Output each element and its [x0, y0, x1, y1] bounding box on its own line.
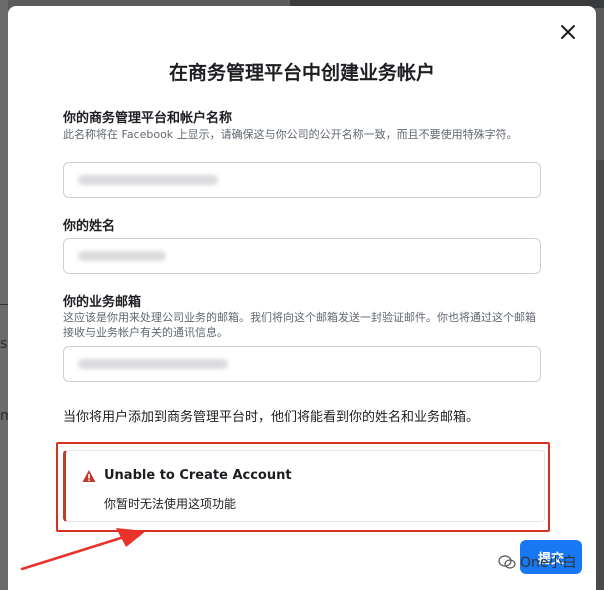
your-name-input[interactable]	[63, 238, 541, 274]
watermark-text: One小白	[520, 555, 577, 571]
error-message: 你暂时无法使用这项功能	[104, 497, 237, 511]
warning-icon	[82, 470, 96, 482]
business-email-label: 你的业务邮箱	[63, 295, 142, 310]
business-name-input[interactable]	[63, 162, 541, 198]
close-icon	[561, 25, 575, 39]
business-name-help: 此名称将在 Facebook 上显示，请确保这与你公司的公开名称一致，而且不要使…	[63, 128, 518, 141]
business-email-input[interactable]	[63, 346, 541, 382]
business-name-label: 你的商务管理平台和帐户名称	[63, 111, 233, 126]
background-text-fragment: s	[0, 336, 8, 352]
error-title: Unable to Create Account	[104, 468, 292, 483]
dialog-title: 在商务管理平台中创建业务帐户	[168, 62, 435, 84]
error-alert: Unable to Create Account 你暂时无法使用这项功能	[63, 450, 545, 522]
watermark: One小白	[498, 552, 577, 572]
background-page-right	[596, 160, 604, 590]
close-button[interactable]	[558, 22, 578, 42]
visibility-note: 当你将用户添加到商务管理平台时，他们将能看到你的姓名和业务邮箱。	[63, 410, 480, 425]
create-business-account-dialog: 在商务管理平台中创建业务帐户 你的商务管理平台和帐户名称 此名称将在 Faceb…	[8, 6, 596, 590]
business-email-help: 这应该是你用来处理公司业务的邮箱。我们将向这个邮箱发送一封验证邮件。你也将通过这…	[63, 311, 536, 339]
redacted-value	[78, 251, 166, 261]
redacted-value	[78, 175, 218, 185]
background-page-left	[0, 0, 8, 590]
wechat-icon	[498, 555, 516, 569]
redacted-value	[78, 359, 228, 369]
annotation-arrow-icon	[20, 528, 146, 571]
your-name-label: 你的姓名	[63, 219, 116, 234]
background-divider	[0, 304, 8, 305]
